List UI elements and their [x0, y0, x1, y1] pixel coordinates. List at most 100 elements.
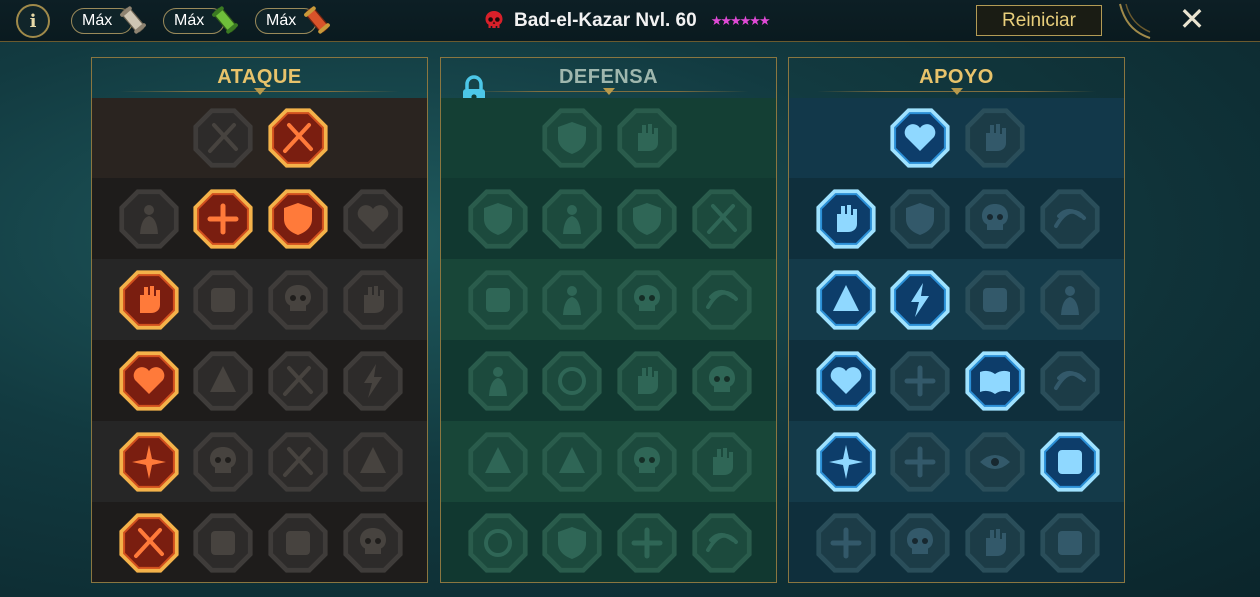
eagle-icon [1040, 513, 1100, 573]
skill-node-hourglass[interactable] [539, 348, 605, 414]
bearded-face-icon [617, 513, 677, 573]
skill-node-burst-strike[interactable] [116, 429, 182, 495]
shield-rings-icon [890, 189, 950, 249]
skill-node-cursed-heart[interactable] [340, 186, 406, 252]
skill-node-axe[interactable] [265, 348, 331, 414]
skill-node-eye[interactable] [962, 429, 1028, 495]
skill-node-fist-down[interactable] [962, 510, 1028, 576]
skill-node-flame-slash[interactable] [265, 105, 331, 171]
warrior-stance-icon [343, 432, 403, 492]
skill-node-tusk-shield[interactable] [465, 186, 531, 252]
skill-node-fist-impact[interactable] [116, 267, 182, 333]
blessed-figure-icon [816, 270, 876, 330]
skill-node-armored-knight[interactable] [614, 186, 680, 252]
skull-group-icon [193, 432, 253, 492]
skill-node-skull-cloak[interactable] [265, 267, 331, 333]
armored-knight-icon [617, 189, 677, 249]
swirl-hand-icon [692, 432, 752, 492]
skill-node-monk[interactable] [689, 267, 755, 333]
skill-node-bull-skull[interactable] [689, 348, 755, 414]
red-skull-icon [485, 11, 503, 28]
reset-button[interactable]: Reiniciar [976, 5, 1102, 36]
skill-node-kicking-leg[interactable] [962, 267, 1028, 333]
skill-node-skull-sun[interactable] [614, 429, 680, 495]
skill-node-swirl-hand[interactable] [689, 429, 755, 495]
skill-node-armor-plate[interactable] [539, 105, 605, 171]
skill-node-angry-face[interactable] [1037, 348, 1103, 414]
praying-hands-icon [816, 189, 876, 249]
skill-node-sword-sparkle[interactable] [116, 510, 182, 576]
fangs-icon [193, 270, 253, 330]
skill-node-meteor[interactable] [887, 348, 953, 414]
skill-node-praying-hands[interactable] [813, 186, 879, 252]
bleeding-heart-icon [119, 351, 179, 411]
skill-node-bearded-face[interactable] [614, 510, 680, 576]
raised-fist-icon [617, 108, 677, 168]
skill-node-running-foot[interactable] [887, 429, 953, 495]
skill-node-open-palm[interactable] [614, 348, 680, 414]
skill-node-blessed-figure[interactable] [813, 267, 879, 333]
running-foot-icon [890, 432, 950, 492]
tri-claw-icon [542, 432, 602, 492]
skill-node-star-compass[interactable] [813, 429, 879, 495]
panel-attack: ATAQUE [91, 57, 428, 583]
skill-node-speed-foot[interactable] [1037, 186, 1103, 252]
gauntlet-icon [193, 351, 253, 411]
champion-name: Bad-el-Kazar Nvl. 60 [514, 10, 697, 31]
skill-node-voodoo-doll[interactable] [1037, 429, 1103, 495]
info-button[interactable]: i [16, 4, 50, 38]
open-book-icon [965, 351, 1025, 411]
skill-node-sword-circle[interactable] [265, 429, 331, 495]
knight-helm-icon [193, 513, 253, 573]
skill-node-knotted-hands[interactable] [962, 105, 1028, 171]
skill-node-open-book[interactable] [962, 348, 1028, 414]
skill-node-spine[interactable] [465, 267, 531, 333]
skill-node-shadow-figure[interactable] [1037, 267, 1103, 333]
skill-node-knight-helm[interactable] [190, 510, 256, 576]
skill-node-skull-crossbones[interactable] [887, 510, 953, 576]
skill-node-banner-knight[interactable] [539, 267, 605, 333]
panel-title-support: APOYO [919, 66, 994, 88]
skill-node-raised-fist[interactable] [614, 105, 680, 171]
skill-node-triple-arrow[interactable] [190, 186, 256, 252]
skill-node-meditating[interactable] [689, 510, 755, 576]
skill-node-hooded-figure[interactable] [539, 186, 605, 252]
meteor-icon [890, 351, 950, 411]
close-button[interactable]: ✕ [1175, 2, 1209, 36]
skill-node-lightning-chains[interactable] [340, 348, 406, 414]
skill-node-eagle[interactable] [1037, 510, 1103, 576]
skill-node-chained-heart[interactable] [813, 348, 879, 414]
skill-node-skull-group[interactable] [190, 429, 256, 495]
skill-node-shield-arrow[interactable] [265, 186, 331, 252]
skill-node-fangs[interactable] [190, 267, 256, 333]
hooded-figure-icon [542, 189, 602, 249]
panel-defense: DEFENSA [440, 57, 777, 583]
skill-node-crossed-blades[interactable] [689, 186, 755, 252]
skill-node-rising-figure[interactable] [465, 348, 531, 414]
chevron-down-icon [253, 88, 266, 95]
skill-node-potion[interactable] [813, 510, 879, 576]
speed-foot-icon [1040, 189, 1100, 249]
hand-claw-icon [343, 270, 403, 330]
skill-node-heart-plus[interactable] [887, 105, 953, 171]
skill-node-demon[interactable] [265, 510, 331, 576]
skill-node-skull-smoke[interactable] [962, 186, 1028, 252]
flame-slash-icon [268, 108, 328, 168]
skill-node-spartan-skull[interactable] [340, 510, 406, 576]
axe-icon [268, 351, 328, 411]
skill-node-flaming-warrior[interactable] [465, 510, 531, 576]
skill-node-gauntlet[interactable] [190, 348, 256, 414]
skill-node-horned-figure[interactable] [116, 186, 182, 252]
skill-node-tri-claw[interactable] [539, 429, 605, 495]
skull-cloak-icon [268, 270, 328, 330]
spartan-skull-icon [343, 513, 403, 573]
skill-node-lightning-bolt[interactable] [887, 267, 953, 333]
skill-node-hand-claw[interactable] [340, 267, 406, 333]
skill-node-warrior-stance[interactable] [340, 429, 406, 495]
skill-node-skull-heart[interactable] [614, 267, 680, 333]
skill-node-shield-rings[interactable] [887, 186, 953, 252]
skill-node-swords-cross[interactable] [190, 105, 256, 171]
skill-node-bleeding-heart[interactable] [116, 348, 182, 414]
skill-node-running-figure[interactable] [465, 429, 531, 495]
skill-node-shield-wings[interactable] [539, 510, 605, 576]
